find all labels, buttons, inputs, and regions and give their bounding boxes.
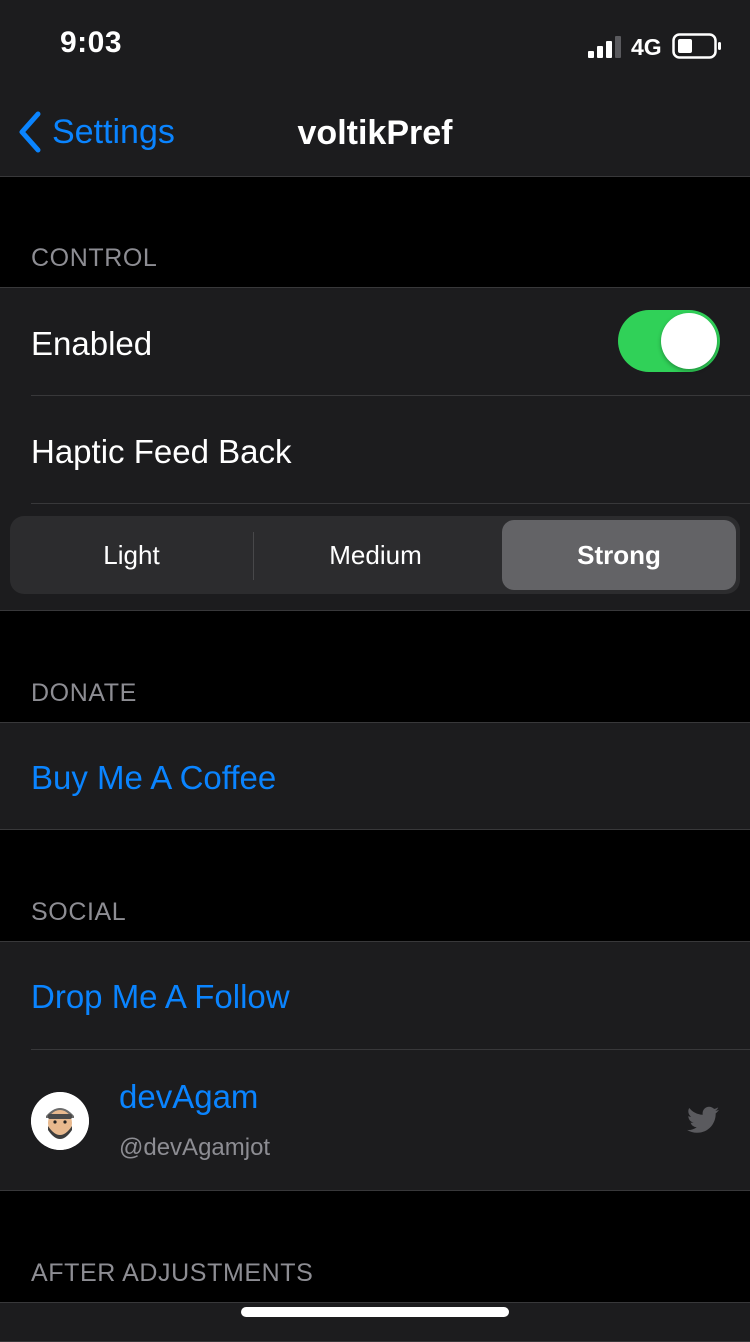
donate-group: Buy Me A Coffee [0, 722, 750, 830]
section-header-after-adjustments: AFTER ADJUSTMENTS [31, 1259, 314, 1287]
avatar [31, 1092, 89, 1150]
home-indicator[interactable] [241, 1307, 509, 1317]
control-group: Enabled Haptic Feed Back Light Medium St… [0, 287, 750, 611]
segment-light[interactable]: Light [10, 516, 253, 594]
section-header-donate: DONATE [31, 679, 137, 707]
twitter-icon [687, 1106, 719, 1133]
section-header-social: SOCIAL [31, 898, 127, 926]
page-title: voltikPref [297, 114, 453, 152]
segment-strong[interactable]: Strong [502, 520, 736, 590]
status-bar: 9:03 4G [0, 0, 750, 88]
follow-link[interactable]: Drop Me A Follow [31, 978, 290, 1016]
status-time: 9:03 [60, 26, 123, 59]
signal-icon [588, 36, 621, 58]
section-header-control: CONTROL [31, 244, 158, 272]
haptic-label: Haptic Feed Back [31, 433, 292, 470]
haptic-segmented-control: Light Medium Strong [10, 516, 740, 594]
twitter-handle: @devAgamjot [119, 1134, 271, 1161]
navigation-bar: Settings voltikPref [0, 88, 750, 177]
enabled-toggle[interactable] [618, 310, 720, 372]
buy-coffee-row[interactable]: Buy Me A Coffee [0, 723, 750, 829]
network-label: 4G [631, 34, 662, 60]
twitter-account-row[interactable]: devAgam @devAgamjot [0, 1050, 750, 1190]
battery-icon [672, 33, 721, 59]
buy-coffee-link[interactable]: Buy Me A Coffee [31, 759, 276, 797]
enabled-row: Enabled [0, 288, 750, 395]
enabled-label: Enabled [31, 325, 153, 362]
avatar-face-icon [31, 1092, 89, 1150]
toggle-knob [661, 313, 717, 369]
separator [31, 503, 750, 504]
segment-medium[interactable]: Medium [254, 516, 497, 594]
follow-row[interactable]: Drop Me A Follow [0, 942, 750, 1049]
haptic-row: Haptic Feed Back [0, 396, 750, 503]
social-group: Drop Me A Follow devAgam @devAgamjot [0, 941, 750, 1191]
twitter-name: devAgam [119, 1078, 259, 1115]
